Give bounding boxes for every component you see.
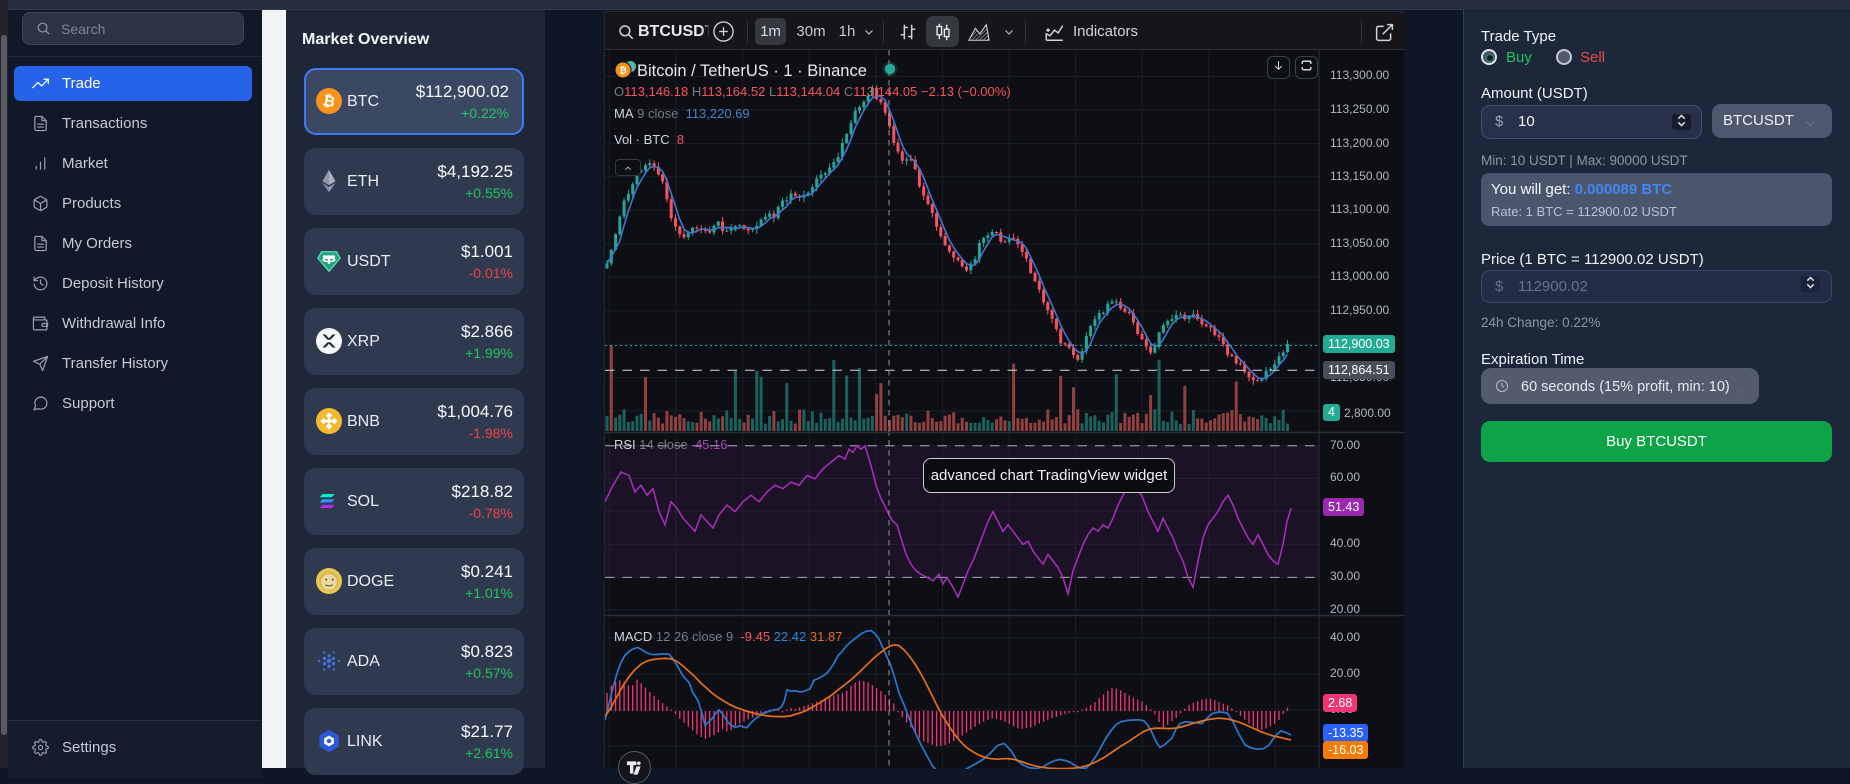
svg-text:₿: ₿ — [619, 66, 626, 76]
